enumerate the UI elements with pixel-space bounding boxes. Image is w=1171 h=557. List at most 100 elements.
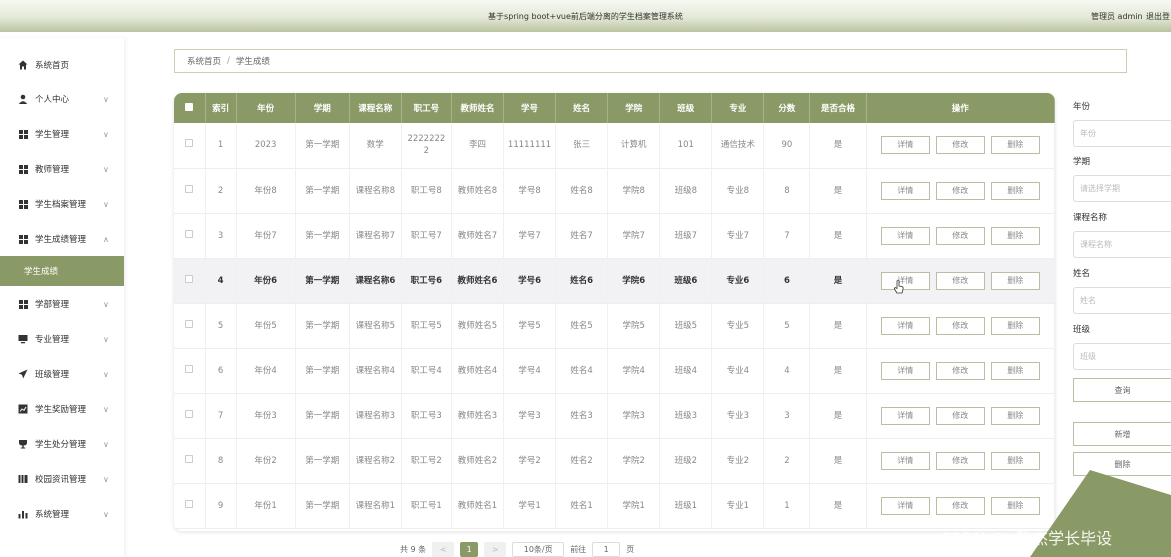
chevron-down-icon: ∨	[103, 334, 109, 344]
detail-button[interactable]: 详情	[880, 226, 930, 245]
detail-button[interactable]: 详情	[880, 406, 930, 425]
add-button[interactable]: 新增	[1073, 422, 1171, 446]
edit-button[interactable]: 修改	[935, 181, 985, 200]
detail-button[interactable]: 详情	[880, 451, 930, 470]
row-actions: 详情 修改 删除	[866, 348, 1055, 393]
table-cell-staff: 职工号3	[401, 393, 452, 438]
sidebar-item-major-mgmt[interactable]: 专业管理 ∨	[0, 322, 124, 356]
delete-button[interactable]: 删除	[990, 406, 1040, 425]
sidebar-item-student-grades[interactable]: 学生成绩	[0, 256, 124, 286]
table-cell-college: 学院8	[607, 168, 661, 213]
goto-page-input[interactable]: 1	[592, 542, 621, 557]
column-header: 分数	[763, 93, 811, 123]
edit-button[interactable]: 修改	[935, 226, 985, 245]
column-header: 学号	[503, 93, 557, 123]
table-cell-class: 101	[659, 123, 713, 168]
table-cell-term: 第一学期	[295, 123, 350, 168]
name-input[interactable]: 姓名	[1073, 287, 1171, 314]
detail-button[interactable]: 详情	[880, 181, 930, 200]
sidebar-item-teacher-mgmt[interactable]: 教师管理 ∨	[0, 152, 124, 186]
row-checkbox[interactable]	[174, 438, 206, 483]
table-row[interactable]: 3 年份7 第一学期 课程名称7 职工号7 教师姓名7 学号7 姓名7 学院7 班级7 专业7 7 是详…	[174, 213, 1055, 258]
column-header: 专业	[711, 93, 765, 123]
table-row[interactable]: 8 年份2 第一学期 课程名称2 职工号2 教师姓名2 学号2 姓名2 学院2 班级2 专业2 2 是详…	[174, 438, 1055, 483]
sidebar-item-class-mgmt[interactable]: 班级管理 ∨	[0, 357, 124, 391]
table-cell-pass: 是	[809, 213, 867, 258]
table-row[interactable]: 1 2023 第一学期 数学 22222222 李四 11111111 张三 计算机 101 通信技…	[174, 123, 1055, 168]
row-checkbox[interactable]	[174, 213, 206, 258]
sidebar-item-grade-mgmt[interactable]: 学生成绩管理 ∧	[0, 222, 124, 256]
year-input[interactable]: 年份	[1073, 120, 1171, 147]
table-cell-college: 学院1	[607, 483, 661, 528]
delete-button[interactable]: 删除	[990, 136, 1040, 155]
detail-button[interactable]: 详情	[880, 136, 930, 155]
row-checkbox[interactable]	[174, 123, 206, 168]
edit-button[interactable]: 修改	[935, 136, 985, 155]
delete-button[interactable]: 删除	[990, 271, 1040, 290]
row-checkbox[interactable]	[174, 168, 206, 213]
table-cell-year: 年份2	[236, 438, 296, 483]
table-cell-major: 专业3	[711, 393, 765, 438]
delete-button[interactable]: 删除	[990, 451, 1040, 470]
row-actions: 详情 修改 删除	[866, 483, 1055, 528]
trophy-icon	[18, 439, 28, 449]
term-select[interactable]: 请选择学期	[1073, 175, 1171, 202]
page-size-select[interactable]: 10条/页	[512, 542, 565, 557]
breadcrumb-home[interactable]: 系统首页	[187, 55, 221, 67]
detail-button[interactable]: 详情	[880, 496, 930, 515]
filter-course: 课程名称 课程名称	[1073, 211, 1171, 258]
sidebar-item-student-mgmt[interactable]: 学生管理 ∨	[0, 117, 124, 151]
edit-button[interactable]: 修改	[935, 496, 985, 515]
delete-button[interactable]: 删除	[990, 226, 1040, 245]
edit-button[interactable]: 修改	[935, 361, 985, 380]
breadcrumb-separator: /	[227, 56, 230, 66]
edit-button[interactable]: 修改	[935, 316, 985, 335]
grid-icon	[18, 234, 28, 244]
sidebar-item-home[interactable]: 系统首页	[0, 48, 124, 82]
next-page-button[interactable]: >	[484, 542, 507, 557]
table-cell-teacher: 教师姓名2	[451, 438, 505, 483]
row-actions: 详情 修改 删除	[866, 393, 1055, 438]
row-checkbox[interactable]	[174, 393, 206, 438]
detail-button[interactable]: 详情	[880, 271, 930, 290]
prev-page-button[interactable]: <	[432, 542, 455, 557]
detail-button[interactable]: 详情	[880, 361, 930, 380]
table-row[interactable]: 6 年份4 第一学期 课程名称4 职工号4 教师姓名4 学号4 姓名4 学院4 班级4 专业4 4 是详…	[174, 348, 1055, 393]
row-checkbox[interactable]	[174, 258, 206, 303]
sidebar-item-archive-mgmt[interactable]: 学生档案管理 ∨	[0, 187, 124, 221]
sidebar-item-reward-mgmt[interactable]: 学生奖励管理 ∨	[0, 392, 124, 426]
breadcrumb-current: 学生成绩	[235, 57, 270, 67]
course-input[interactable]: 课程名称	[1073, 231, 1171, 258]
table-row[interactable]: 2 年份8 第一学期 课程名称8 职工号8 教师姓名8 学号8 姓名8 学院8 班级8 专业8 8 是详…	[174, 168, 1055, 213]
column-header: 教师姓名	[451, 93, 505, 123]
delete-button[interactable]: 删除	[990, 316, 1040, 335]
logout-link[interactable]: 退出登	[1146, 11, 1170, 22]
row-checkbox[interactable]	[174, 303, 206, 348]
detail-button[interactable]: 详情	[880, 316, 930, 335]
table-row[interactable]: 9 年份1 第一学期 课程名称1 职工号1 教师姓名1 学号1 姓名1 学院1 班级1 专业1 1 是详…	[174, 483, 1055, 528]
edit-button[interactable]: 修改	[935, 271, 985, 290]
sidebar-item-label: 校园资讯管理	[35, 475, 87, 485]
row-checkbox[interactable]	[174, 348, 206, 393]
sidebar-item-system-mgmt[interactable]: 系统管理 ∨	[0, 497, 124, 531]
table-row[interactable]: 7 年份3 第一学期 课程名称3 职工号3 教师姓名3 学号3 姓名3 学院3 班级3 专业3 3 是详…	[174, 393, 1055, 438]
current-page-button[interactable]: 1	[460, 542, 479, 557]
sidebar-item-news-mgmt[interactable]: 校园资讯管理 ∨	[0, 462, 124, 496]
delete-button[interactable]: 删除	[990, 361, 1040, 380]
sidebar-item-department-mgmt[interactable]: 学部管理 ∨	[0, 287, 124, 321]
sidebar-item-punish-mgmt[interactable]: 学生处分管理 ∨	[0, 427, 124, 461]
table-row[interactable]: 5 年份5 第一学期 课程名称5 职工号5 教师姓名5 学号5 姓名5 学院5 班级5 专业5 5 是详…	[174, 303, 1055, 348]
table-cell-class: 班级7	[659, 213, 713, 258]
table-cell-sno: 学号6	[503, 258, 557, 303]
delete-button[interactable]: 删除	[990, 181, 1040, 200]
edit-button[interactable]: 修改	[935, 406, 985, 425]
select-all-checkbox[interactable]	[174, 93, 206, 123]
row-checkbox[interactable]	[174, 483, 206, 528]
class-input[interactable]: 班级	[1073, 343, 1171, 370]
sidebar-item-personal-center[interactable]: 个人中心 ∨	[0, 82, 124, 116]
table-cell-course: 课程名称2	[349, 438, 402, 483]
table-cell-teacher: 教师姓名3	[451, 393, 505, 438]
table-row[interactable]: 4 年份6 第一学期 课程名称6 职工号6 教师姓名6 学号6 姓名6 学院6 班级6 专业6 6 是详…	[174, 258, 1055, 303]
edit-button[interactable]: 修改	[935, 451, 985, 470]
query-button[interactable]: 查询	[1073, 378, 1171, 402]
